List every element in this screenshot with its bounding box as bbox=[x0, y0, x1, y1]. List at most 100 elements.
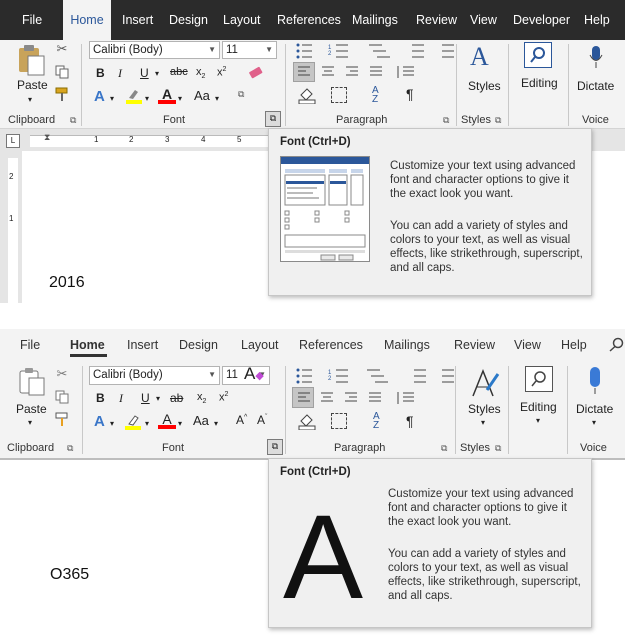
paragraph-launcher-icon[interactable]: ⧉ bbox=[443, 115, 449, 126]
tab-design[interactable]: Design bbox=[169, 0, 208, 40]
tab-review[interactable]: Review bbox=[416, 0, 457, 40]
superscript-icon[interactable]: x2 bbox=[217, 66, 226, 79]
strikethrough-icon[interactable]: abc bbox=[170, 66, 188, 78]
cut-icon[interactable]: ✂ bbox=[54, 366, 70, 382]
shading-icon[interactable] bbox=[298, 412, 316, 431]
bold-icon[interactable]: B bbox=[96, 391, 105, 405]
highlight-icon[interactable] bbox=[124, 414, 142, 430]
grow-font-icon[interactable]: ⧉ bbox=[238, 89, 244, 100]
format-painter-icon[interactable] bbox=[54, 86, 70, 102]
styles-icon[interactable]: A bbox=[470, 42, 489, 72]
editing-icon[interactable] bbox=[525, 366, 553, 392]
font-color-icon[interactable]: A bbox=[158, 411, 176, 431]
tab-developer[interactable]: Developer bbox=[513, 0, 570, 40]
tab-review[interactable]: Review bbox=[454, 329, 495, 361]
editing-button[interactable]: Editing bbox=[521, 76, 558, 90]
indent-marker-icon[interactable]: ⧗ bbox=[44, 132, 50, 143]
tab-file[interactable]: File bbox=[20, 329, 40, 361]
tab-view[interactable]: View bbox=[514, 329, 541, 361]
microphone-icon[interactable] bbox=[589, 44, 603, 70]
paste-icon[interactable] bbox=[16, 44, 46, 76]
grow-font-icon[interactable]: A^ bbox=[236, 413, 247, 427]
horizontal-ruler[interactable] bbox=[30, 135, 270, 147]
underline-icon[interactable]: U bbox=[140, 66, 149, 80]
shrink-font-icon[interactable]: Aˇ bbox=[257, 413, 267, 427]
dictate-dropdown-icon[interactable]: ▾ bbox=[592, 418, 596, 427]
font-dialog-launcher-icon[interactable]: ⧉ bbox=[267, 439, 283, 455]
paragraph-launcher-icon[interactable]: ⧉ bbox=[441, 443, 447, 454]
paste-icon[interactable] bbox=[18, 367, 46, 397]
clear-formatting-icon[interactable]: A◆ bbox=[244, 364, 264, 384]
tab-home[interactable]: Home bbox=[63, 0, 111, 40]
tab-mailings[interactable]: Mailings bbox=[384, 329, 430, 361]
alignment-icons[interactable] bbox=[296, 390, 466, 406]
borders-icon[interactable] bbox=[331, 87, 347, 103]
paste-button[interactable]: Paste bbox=[16, 402, 47, 416]
underline-dropdown-icon[interactable]: ▾ bbox=[156, 394, 160, 403]
styles-button[interactable]: Styles bbox=[468, 402, 501, 416]
font-color-dropdown-icon[interactable]: ▾ bbox=[178, 94, 182, 103]
clear-formatting-icon[interactable] bbox=[246, 65, 264, 81]
editing-dropdown-icon[interactable]: ▾ bbox=[536, 416, 540, 425]
tab-help[interactable]: Help bbox=[561, 329, 587, 361]
format-painter-icon[interactable] bbox=[54, 411, 70, 427]
styles-launcher-icon[interactable]: ⧉ bbox=[495, 115, 501, 126]
editing-button[interactable]: Editing bbox=[520, 400, 557, 414]
change-case-icon[interactable]: Aa bbox=[194, 88, 210, 103]
subscript-icon[interactable]: x2 bbox=[196, 66, 205, 80]
styles-dropdown-icon[interactable]: ▾ bbox=[481, 418, 485, 427]
show-formatting-icon[interactable]: ¶ bbox=[406, 86, 414, 102]
tab-layout[interactable]: Layout bbox=[241, 329, 279, 361]
tab-layout[interactable]: Layout bbox=[223, 0, 261, 40]
underline-icon[interactable]: U bbox=[141, 391, 150, 405]
clipboard-launcher-icon[interactable]: ⧉ bbox=[67, 443, 73, 454]
italic-icon[interactable]: I bbox=[119, 391, 123, 406]
tab-mailings[interactable]: Mailings bbox=[352, 0, 398, 40]
clipboard-launcher-icon[interactable]: ⧉ bbox=[70, 115, 76, 126]
alignment-icons[interactable] bbox=[296, 64, 466, 80]
font-name-combo[interactable]: Calibri (Body) ▼ bbox=[89, 366, 220, 385]
paste-dropdown-icon[interactable]: ▾ bbox=[28, 418, 32, 427]
text-effects-dropdown-icon[interactable]: ▾ bbox=[110, 94, 114, 103]
font-color-dropdown-icon[interactable]: ▾ bbox=[178, 419, 182, 428]
copy-icon[interactable] bbox=[54, 64, 70, 80]
tab-references[interactable]: References bbox=[299, 329, 363, 361]
font-color-icon[interactable]: A bbox=[158, 86, 176, 106]
search-icon[interactable] bbox=[609, 337, 625, 353]
sort-icon[interactable]: AZ bbox=[373, 412, 389, 431]
text-effects-icon[interactable]: A bbox=[94, 88, 105, 105]
tab-design[interactable]: Design bbox=[179, 329, 218, 361]
superscript-icon[interactable]: x2 bbox=[219, 391, 228, 404]
tab-help[interactable]: Help bbox=[584, 0, 610, 40]
tab-insert[interactable]: Insert bbox=[122, 0, 153, 40]
highlight-dropdown-icon[interactable]: ▾ bbox=[145, 94, 149, 103]
editing-icon[interactable] bbox=[524, 42, 552, 68]
styles-button[interactable]: Styles bbox=[468, 79, 501, 93]
microphone-icon[interactable] bbox=[586, 366, 604, 396]
styles-launcher-icon[interactable]: ⧉ bbox=[495, 443, 501, 454]
borders-icon[interactable] bbox=[331, 413, 347, 429]
highlight-icon[interactable] bbox=[125, 88, 143, 104]
highlight-dropdown-icon[interactable]: ▾ bbox=[145, 419, 149, 428]
tab-view[interactable]: View bbox=[470, 0, 497, 40]
paste-button[interactable]: Paste bbox=[17, 78, 48, 92]
tab-file[interactable]: File bbox=[22, 0, 42, 40]
shading-icon[interactable] bbox=[298, 86, 316, 105]
styles-icon[interactable] bbox=[470, 368, 500, 398]
change-case-dropdown-icon[interactable]: ▾ bbox=[214, 419, 218, 428]
subscript-icon[interactable]: x2 bbox=[197, 391, 206, 405]
italic-icon[interactable]: I bbox=[118, 66, 122, 81]
copy-icon[interactable] bbox=[54, 389, 70, 405]
tab-references[interactable]: References bbox=[277, 0, 341, 40]
cut-icon[interactable]: ✂ bbox=[54, 41, 70, 57]
dictate-button[interactable]: Dictate bbox=[577, 79, 614, 93]
show-formatting-icon[interactable]: ¶ bbox=[406, 413, 414, 429]
tab-insert[interactable]: Insert bbox=[127, 329, 158, 361]
sort-icon[interactable]: AZ bbox=[372, 86, 388, 105]
bold-icon[interactable]: B bbox=[96, 66, 105, 80]
paste-dropdown-icon[interactable]: ▾ bbox=[28, 95, 32, 104]
font-size-combo[interactable]: 11 ▼ bbox=[222, 41, 277, 59]
font-dialog-launcher-icon[interactable]: ⧉ bbox=[265, 111, 281, 127]
underline-dropdown-icon[interactable]: ▾ bbox=[155, 69, 159, 78]
text-effects-dropdown-icon[interactable]: ▾ bbox=[110, 419, 114, 428]
